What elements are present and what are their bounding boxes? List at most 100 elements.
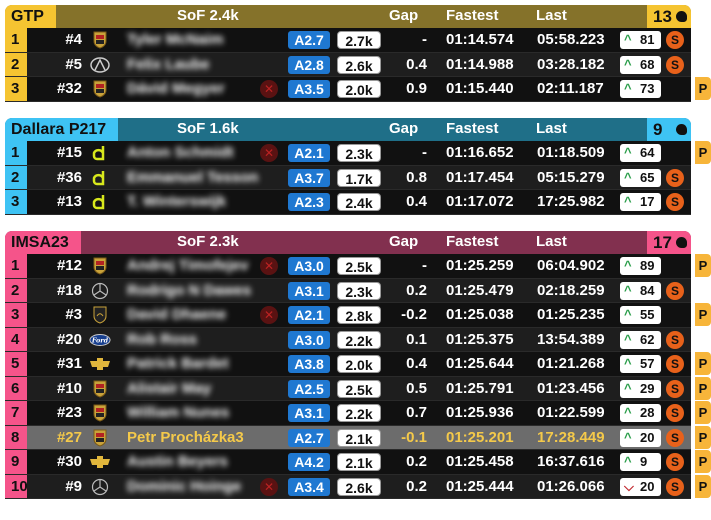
irating-badge: 2.0k <box>337 355 381 373</box>
class-name: IMSA23 <box>5 231 81 254</box>
irating-badge: 2.5k <box>337 379 381 398</box>
chevron-up-icon: ^ <box>624 169 632 185</box>
position: 3 <box>5 190 27 214</box>
position-change: ^ 89 <box>620 257 661 275</box>
driver-name: Patrick Bardet <box>127 355 229 372</box>
chevrolet-logo <box>89 355 111 373</box>
irating-badge: 2.5k <box>337 257 381 275</box>
gap-column-header: Gap <box>389 7 419 24</box>
fastest-lap: 01:14.988 <box>446 55 514 73</box>
gap-value: -0.1 <box>401 428 427 446</box>
driver-name: Alistair May <box>127 379 212 397</box>
driver-row[interactable]: 3 #32 Dávid Megyer ✕ A3.5 2.0k 0.9 01:15.440 02:… <box>5 77 711 102</box>
irating-badge: 2.1k <box>337 453 381 471</box>
driver-row[interactable]: 1 #12 Andrej Timofejev ✕ A3.0 2.5k - 01:25.259 0… <box>5 254 711 279</box>
car-number: #12 <box>56 257 82 274</box>
license-badge: A3.8 <box>288 355 330 373</box>
dallara-logo <box>89 144 111 162</box>
driver-row[interactable]: 3 #13 T. Winterswijk A2.3 2.4k 0.4 01:17.072 17… <box>5 190 691 215</box>
fastest-column-header: Fastest <box>446 120 499 137</box>
driver-name: Anton Schmidt <box>127 144 234 161</box>
chevron-up-icon: ^ <box>624 282 632 298</box>
safety-badge: S <box>666 428 684 447</box>
position: 8 <box>5 425 27 449</box>
license-badge: A3.1 <box>288 404 330 422</box>
driver-row[interactable]: 8 #27 Petr Procházka3 A2.7 2.1k -0.1 01:25.201… <box>5 425 711 450</box>
pit-badge: P <box>695 425 711 449</box>
position-change-value: 65 <box>640 169 655 185</box>
license-badge: A4.2 <box>288 453 330 471</box>
driver-row[interactable]: 2 #5 Felix Laube A2.8 2.6k 0.4 01:14.988 03:28.… <box>5 52 691 77</box>
pit-badge: P <box>695 450 711 473</box>
last-column-header: Last <box>536 233 567 250</box>
driver-row[interactable]: 1 #15 Anton Schmidt ✕ A2.1 2.3k - 01:16.652 01:1… <box>5 141 711 166</box>
driver-row[interactable]: 1 #4 Tyler McNaim A2.7 2.7k - 01:14.574 05:58.2… <box>5 28 691 53</box>
safety-badge: S <box>666 31 684 49</box>
pit-badge: P <box>695 376 711 400</box>
chevron-up-icon: ^ <box>624 307 632 322</box>
driver-row[interactable]: 9 #30 Austin Beyers A4.2 2.1k 0.2 01:25.458 16:… <box>5 450 711 475</box>
irating-badge: 2.0k <box>337 80 381 98</box>
chevron-up-icon: ^ <box>624 331 632 347</box>
position-change-value: 20 <box>640 478 655 494</box>
position: 1 <box>5 28 27 52</box>
dallara-logo <box>89 169 111 187</box>
car-number: #30 <box>56 453 82 470</box>
driver-row[interactable]: 7 #23 William Nunes A3.1 2.2k 0.7 01:25.936 01:… <box>5 401 711 426</box>
driver-row[interactable]: 10 #9 Dominic Hoinge ✕ A3.4 2.6k 0.2 01:25.444 0… <box>5 474 711 499</box>
license-badge: A2.1 <box>288 144 330 162</box>
class-header: IMSA23 SoF 2.3k Gap Fastest Last 17 <box>5 231 691 254</box>
safety-badge: S <box>666 404 684 422</box>
driver-row[interactable]: 5 #31 Patrick Bardet A3.8 2.0k 0.4 01:25.644 01… <box>5 352 711 377</box>
position-change-value: 20 <box>640 429 655 445</box>
driver-name: Austin Beyers <box>127 453 228 470</box>
driver-name: Tyler McNaim <box>127 31 224 48</box>
position-change-value: 9 <box>640 454 648 469</box>
license-badge: A2.3 <box>288 193 330 211</box>
driver-name: Dávid Megyer <box>127 80 225 97</box>
car-number: #20 <box>56 330 82 348</box>
position: 10 <box>5 474 28 498</box>
license-badge: A2.8 <box>288 55 330 74</box>
car-count-value: 13 <box>653 7 672 26</box>
gap-value: -0.2 <box>401 306 427 323</box>
driver-row[interactable]: 6 #10 Alistair May A2.5 2.5k 0.5 01:25.791 01:2… <box>5 376 711 401</box>
position-change: ^ 65 <box>620 168 661 187</box>
irating-badge: 2.4k <box>337 193 381 211</box>
driver-row[interactable]: 2 #36 Emmanuel Tesson A3.7 1.7k 0.8 01:17.454 0… <box>5 165 691 190</box>
driver-row[interactable]: 3 #3 David Dhaene ✕ A2.1 2.8k -0.2 01:25.038 01:… <box>5 303 711 328</box>
position-change: ^ 73 <box>620 80 661 98</box>
fastest-lap: 01:16.652 <box>446 144 514 161</box>
position: 9 <box>5 450 27 474</box>
license-badge: A2.5 <box>288 379 330 398</box>
position-change-value: 28 <box>640 405 655 420</box>
safety-badge: S <box>666 453 684 471</box>
driver-row[interactable]: 2 #18 Rodrigo N Dawes A3.1 2.3k 0.2 01:25.479 0… <box>5 278 691 303</box>
position: 5 <box>5 352 27 376</box>
fastest-lap: 01:17.454 <box>446 168 514 186</box>
chevron-down-icon: ⌵ <box>624 478 634 494</box>
pit-badge: P <box>695 352 711 375</box>
strength-of-field: SoF 1.6k <box>177 120 239 137</box>
irating-badge: 2.7k <box>337 31 381 49</box>
last-lap: 01:23.456 <box>537 379 605 397</box>
car-number: #31 <box>56 355 82 372</box>
position-change: ^ 64 <box>620 144 661 162</box>
fastest-lap: 01:15.440 <box>446 80 514 97</box>
fastest-lap: 01:25.375 <box>446 330 514 348</box>
pit-badge: P <box>695 254 711 277</box>
driver-name: Rob Ross <box>127 330 198 348</box>
last-lap: 16:37.616 <box>537 453 605 470</box>
position-change-value: 64 <box>640 145 655 160</box>
strength-of-field: SoF 2.4k <box>177 7 239 24</box>
driver-row[interactable]: 4 #20 Ford Rob Ross A3.0 2.2k 0.1 01:25.375 13:5… <box>5 327 691 352</box>
last-lap: 02:18.259 <box>537 281 605 299</box>
gap-value: 0.8 <box>406 168 427 186</box>
license-badge: A2.1 <box>288 306 330 324</box>
license-badge: A3.1 <box>288 281 330 300</box>
chevron-up-icon: ^ <box>624 145 632 160</box>
fastest-lap: 01:25.791 <box>446 379 514 397</box>
position-change-value: 57 <box>640 356 655 371</box>
pit-badge: P <box>695 401 711 424</box>
last-lap: 03:28.182 <box>537 55 605 73</box>
